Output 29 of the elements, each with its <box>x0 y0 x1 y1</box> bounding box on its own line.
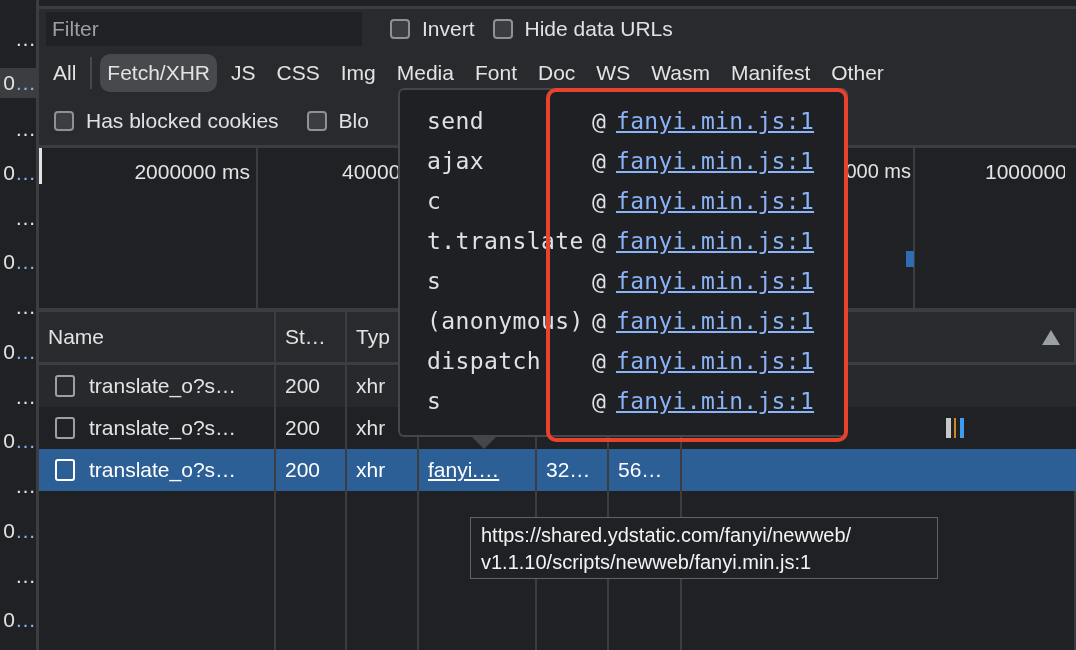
table-cell: 200 <box>285 458 321 482</box>
at-sign: @ <box>592 308 607 334</box>
at-sign: @ <box>592 188 607 214</box>
table-cell: xhr <box>356 458 386 482</box>
table-cell: xhr <box>356 374 386 398</box>
request-name: translate_o?s… <box>89 458 237 482</box>
time-tick-label: 2000000 ms <box>134 160 250 183</box>
table-cell: 200 <box>285 416 321 440</box>
at-sign: @ <box>592 148 607 174</box>
function-name: s <box>427 388 443 414</box>
at-sign: @ <box>592 108 607 134</box>
function-name: dispatch <box>427 348 542 374</box>
function-name: send <box>427 108 485 134</box>
request-name: translate_o?s… <box>89 374 237 398</box>
table-cell: xhr <box>356 416 386 440</box>
time-tick-label: 40000 <box>342 160 401 183</box>
at-sign: @ <box>592 388 607 414</box>
at-sign: @ <box>592 228 607 254</box>
tooltip-text: https://shared.ydstatic.com/fanyi/newweb/ v1.1.10/scripts/newweb/fanyi.min.js:1 <box>481 523 853 575</box>
table-cell: 32… <box>546 458 591 482</box>
time-tick-label: 1000000 <box>985 160 1065 183</box>
request-name: translate_o?s… <box>89 416 237 440</box>
function-name: ajax <box>427 148 485 174</box>
table-cell: 200 <box>285 374 321 398</box>
at-sign: @ <box>592 268 607 294</box>
function-name: c <box>427 188 443 214</box>
table-cell: 56… <box>618 458 663 482</box>
at-sign: @ <box>592 348 607 374</box>
function-name: s <box>427 268 443 294</box>
